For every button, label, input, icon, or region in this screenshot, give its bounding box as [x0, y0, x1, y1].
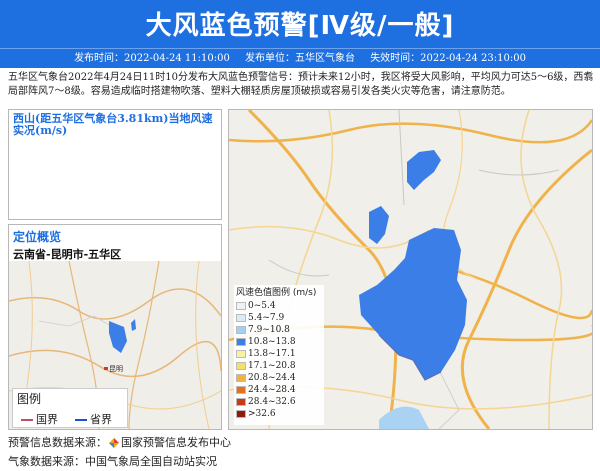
location-title: 定位概览 — [13, 230, 62, 244]
expire-time: 失效时间：2022-04-24 23:10:00 — [370, 53, 526, 64]
swatch-icon — [236, 361, 246, 370]
wind-legend-title: 风速色值图例 (m/s) — [236, 288, 317, 298]
warning-meta-bar: 发布时间：2022-04-24 11:10:00 发布单位：五华区气象台 失效时… — [0, 48, 600, 68]
warning-source: 预警信息数据来源： 国家预警信息发布中心 — [8, 436, 231, 449]
wind-legend-item: >32.6 — [234, 408, 324, 420]
wind-legend-item: 28.4~32.6 — [234, 396, 324, 408]
legend-item-provincial-border: 省界 — [75, 411, 112, 427]
wind-legend-item: 24.4~28.4 — [234, 384, 324, 396]
warning-description: 五华区气象台2022年4月24日11时10分发布大风蓝色预警信号：预计未来12小… — [8, 72, 594, 97]
wind-legend-item: 20.8~24.4 — [234, 372, 324, 384]
swatch-icon — [236, 409, 246, 418]
provincial-border-line-icon — [75, 419, 87, 421]
swatch-icon — [236, 313, 246, 322]
national-border-line-icon — [21, 419, 33, 421]
location-subtitle: 云南省-昆明市-五华区 — [13, 248, 122, 261]
wind-legend-item: 5.4~7.9 — [234, 312, 324, 324]
publisher: 发布单位：五华区气象台 — [245, 53, 355, 64]
wind-legend-item: 0~5.4 — [234, 300, 324, 312]
swatch-icon — [236, 301, 246, 310]
wind-legend-item: 17.1~20.8 — [234, 360, 324, 372]
weather-source: 气象数据来源：中国气象局全国自动站实况 — [8, 455, 217, 468]
wind-legend-item: 13.8~17.1 — [234, 348, 324, 360]
legend-item-national-border: 国界 — [21, 411, 58, 427]
warning-title: 大风蓝色预警[Ⅳ级/一般] — [145, 11, 455, 41]
swatch-icon — [236, 325, 246, 334]
warning-source-link[interactable]: 国家预警信息发布中心 — [121, 436, 231, 449]
swatch-icon — [236, 337, 246, 346]
weather-source-value: 中国气象局全国自动站实况 — [85, 455, 217, 468]
warning-banner: 大风蓝色预警[Ⅳ级/一般] — [0, 0, 600, 48]
map-legend-title: 图例 — [17, 392, 42, 406]
swatch-icon — [236, 373, 246, 382]
wind-legend-item: 7.9~10.8 — [234, 324, 324, 336]
overview-city-label: 昆明 — [109, 365, 123, 373]
wind-speed-legend: 风速色值图例 (m/s) 0~5.4 5.4~7.9 7.9~10.8 10.8… — [234, 285, 324, 425]
swatch-icon — [236, 349, 246, 358]
wind-legend-item: 10.8~13.8 — [234, 336, 324, 348]
wind-speed-panel: 西山(距五华区气象台3.81km)当地风速实况(m/s) — [8, 109, 222, 220]
publish-time: 发布时间：2022-04-24 11:10:00 — [74, 53, 230, 64]
map-legend: 图例 国界 省界 — [12, 388, 128, 428]
swatch-icon — [236, 397, 246, 406]
warning-center-logo-icon — [109, 438, 119, 448]
wind-speed-panel-title: 西山(距五华区气象台3.81km)当地风速实况(m/s) — [13, 112, 213, 137]
swatch-icon — [236, 385, 246, 394]
